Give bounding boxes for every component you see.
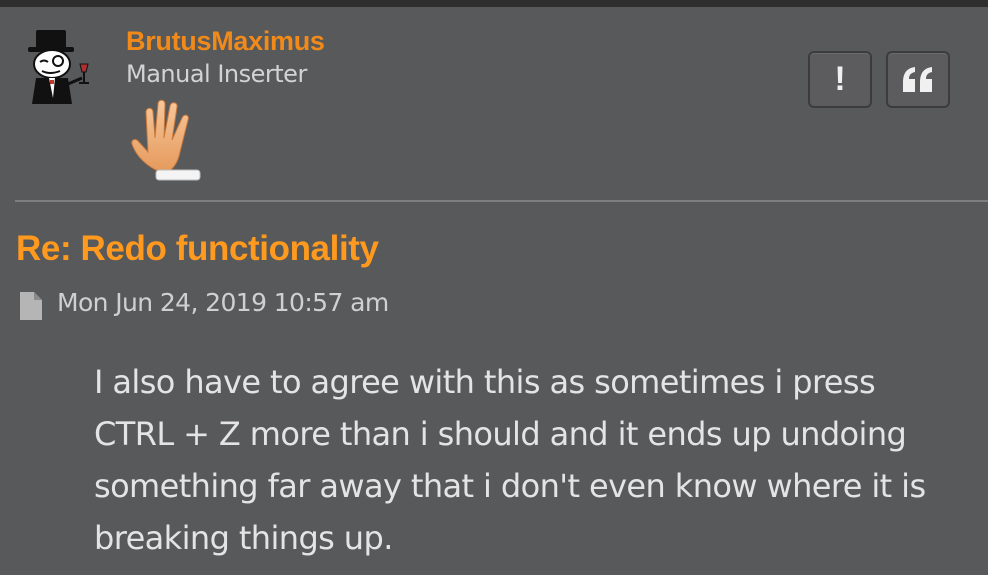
quote-icon (903, 66, 932, 92)
top-bar (0, 0, 988, 7)
post-body: I also have to agree with this as someti… (94, 356, 984, 564)
gentleman-top-hat-avatar-icon (28, 30, 89, 104)
post-title[interactable]: Re: Redo functionality (16, 229, 379, 269)
report-label: ! (834, 60, 846, 98)
user-rank: Manual Inserter (126, 60, 307, 88)
report-button[interactable]: ! (808, 51, 872, 108)
document-icon[interactable] (20, 292, 42, 320)
post-body-line: something far away that i don't even kno… (94, 467, 926, 505)
post-divider (15, 200, 988, 202)
username-link[interactable]: BrutusMaximus (126, 26, 325, 57)
post-body-line: I also have to agree with this as someti… (94, 363, 876, 401)
quote-button[interactable] (886, 51, 950, 108)
post-body-line: breaking things up. (94, 519, 393, 557)
post-body-line: CTRL + Z more than i should and it ends … (94, 415, 907, 453)
user-avatar[interactable] (22, 28, 98, 106)
post-date: Mon Jun 24, 2019 10:57 am (57, 288, 389, 317)
raised-hand-icon (126, 98, 214, 184)
